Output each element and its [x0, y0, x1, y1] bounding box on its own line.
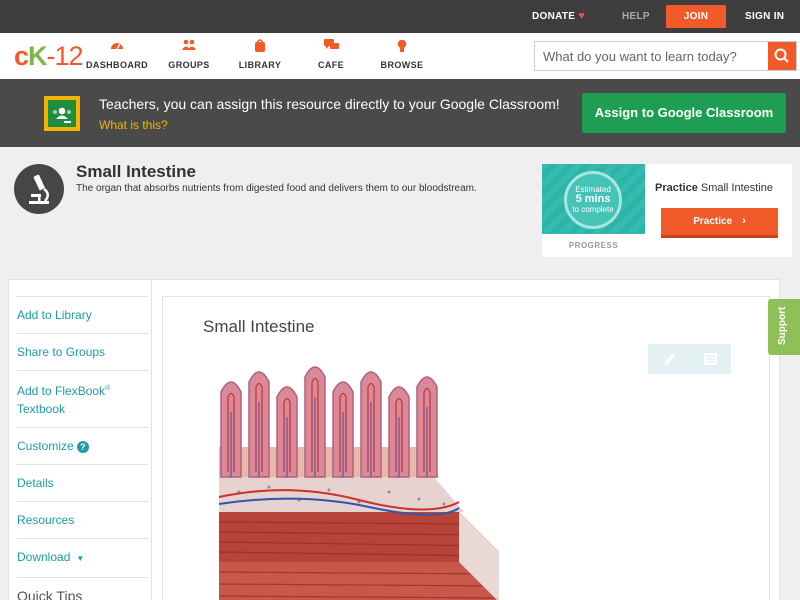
- nav-library[interactable]: LIBRARY: [225, 39, 295, 70]
- nav-groups-label: GROUPS: [168, 60, 210, 70]
- microscope-icon: [14, 164, 64, 214]
- sign-in-link[interactable]: SIGN IN: [745, 0, 784, 33]
- concept-description: The organ that absorbs nutrients from di…: [76, 183, 477, 194]
- logo-12: -12: [46, 41, 84, 71]
- logo-k: K: [28, 41, 47, 71]
- search-input[interactable]: [535, 42, 769, 70]
- add-to-library-link[interactable]: Add to Library: [17, 296, 148, 333]
- practice-heading-topic: Small Intestine: [700, 182, 774, 194]
- nav-library-label: LIBRARY: [238, 60, 282, 70]
- donate-label: DONATE: [532, 11, 576, 22]
- pencil-icon[interactable]: [648, 344, 689, 374]
- support-label: Support: [777, 306, 788, 345]
- groups-people-icon: [154, 39, 224, 55]
- banner-message: Teachers, you can assign this resource d…: [99, 94, 569, 135]
- customize-label: Customize: [17, 439, 74, 453]
- sidebar-divider: [151, 280, 152, 600]
- nav-cafe-label: CAFE: [317, 60, 345, 70]
- ck12-logo[interactable]: cK-12: [14, 41, 84, 71]
- practice-thumbnail[interactable]: Estimated 5 mins to complete: [542, 164, 645, 234]
- nav-browse[interactable]: BROWSE: [367, 39, 437, 70]
- actions-sidebar: Add to Library Share to Groups Add to Fl…: [17, 296, 148, 600]
- dashboard-gauge-icon: [82, 39, 152, 55]
- google-classroom-banner: Teachers, you can assign this resource d…: [0, 79, 800, 147]
- assign-google-classroom-button[interactable]: Assign to Google Classroom: [582, 93, 786, 133]
- share-to-groups-link[interactable]: Share to Groups: [17, 333, 148, 370]
- google-classroom-icon: [44, 96, 80, 131]
- library-bag-icon: [225, 39, 295, 55]
- to-complete-label: to complete: [572, 205, 614, 214]
- join-button[interactable]: JOIN: [666, 5, 726, 28]
- nav-dashboard-label: DASHBOARD: [85, 60, 149, 70]
- content-tools: [648, 344, 731, 374]
- help-link[interactable]: HELP: [622, 0, 650, 33]
- quick-tips-heading: Quick Tips: [17, 577, 148, 600]
- lesson-content: Small Intestine: [162, 296, 770, 600]
- caret-down-icon: ▼: [76, 554, 85, 563]
- search-box: [534, 41, 797, 71]
- support-tab[interactable]: Support: [768, 299, 800, 355]
- banner-text: Teachers, you can assign this resource d…: [99, 96, 560, 112]
- search-button[interactable]: [768, 42, 796, 70]
- flexbook-label-line1: Add to FlexBook: [17, 384, 106, 398]
- cafe-chat-icon: [296, 39, 366, 55]
- progress-label: PROGRESS: [568, 241, 619, 250]
- practice-card: Estimated 5 mins to complete PROGRESS Pr…: [542, 164, 792, 257]
- practice-heading: Practice Small Intestine: [655, 182, 773, 194]
- nav-dashboard[interactable]: DASHBOARD: [82, 39, 152, 70]
- nav-browse-label: BROWSE: [380, 60, 424, 70]
- notes-icon[interactable]: [690, 344, 731, 374]
- main-navigation: cK-12 DASHBOARD GROUPS LIBRARY CAFE BROW…: [0, 33, 800, 79]
- details-link[interactable]: Details: [17, 464, 148, 501]
- customize-link[interactable]: Customize?: [17, 427, 148, 464]
- small-intestine-illustration: [218, 366, 500, 600]
- content-title: Small Intestine: [203, 317, 315, 336]
- content-panel: Add to Library Share to Groups Add to Fl…: [8, 279, 780, 600]
- chevron-right-icon: ›: [742, 215, 746, 227]
- logo-c: c: [14, 41, 29, 71]
- practice-button[interactable]: Practice ›: [661, 208, 778, 238]
- flexbook-label-line2: Textbook: [17, 402, 66, 416]
- search-icon: [774, 48, 789, 63]
- practice-heading-bold: Practice: [655, 182, 698, 194]
- heart-icon: ♥: [578, 10, 586, 22]
- browse-bulb-icon: [367, 39, 437, 55]
- nav-cafe[interactable]: CAFE: [296, 39, 366, 70]
- nav-groups[interactable]: GROUPS: [154, 39, 224, 70]
- estimate-badge: Estimated 5 mins to complete: [564, 171, 622, 229]
- registered-mark: ®: [105, 385, 111, 392]
- download-dropdown[interactable]: Download ▼: [17, 538, 148, 577]
- estimated-minutes: 5 mins: [575, 193, 611, 205]
- concept-title: Small Intestine: [76, 162, 196, 181]
- practice-button-label: Practice: [693, 216, 733, 227]
- top-utility-bar: DONATE ♥ HELP JOIN SIGN IN: [0, 0, 800, 33]
- resources-link[interactable]: Resources: [17, 501, 148, 538]
- what-is-this-link[interactable]: What is this?: [99, 118, 168, 132]
- add-to-flexbook-link[interactable]: Add to FlexBook® Textbook: [17, 370, 148, 427]
- download-label: Download: [17, 550, 71, 564]
- help-question-icon[interactable]: ?: [76, 441, 89, 453]
- donate-link[interactable]: DONATE ♥: [532, 0, 585, 33]
